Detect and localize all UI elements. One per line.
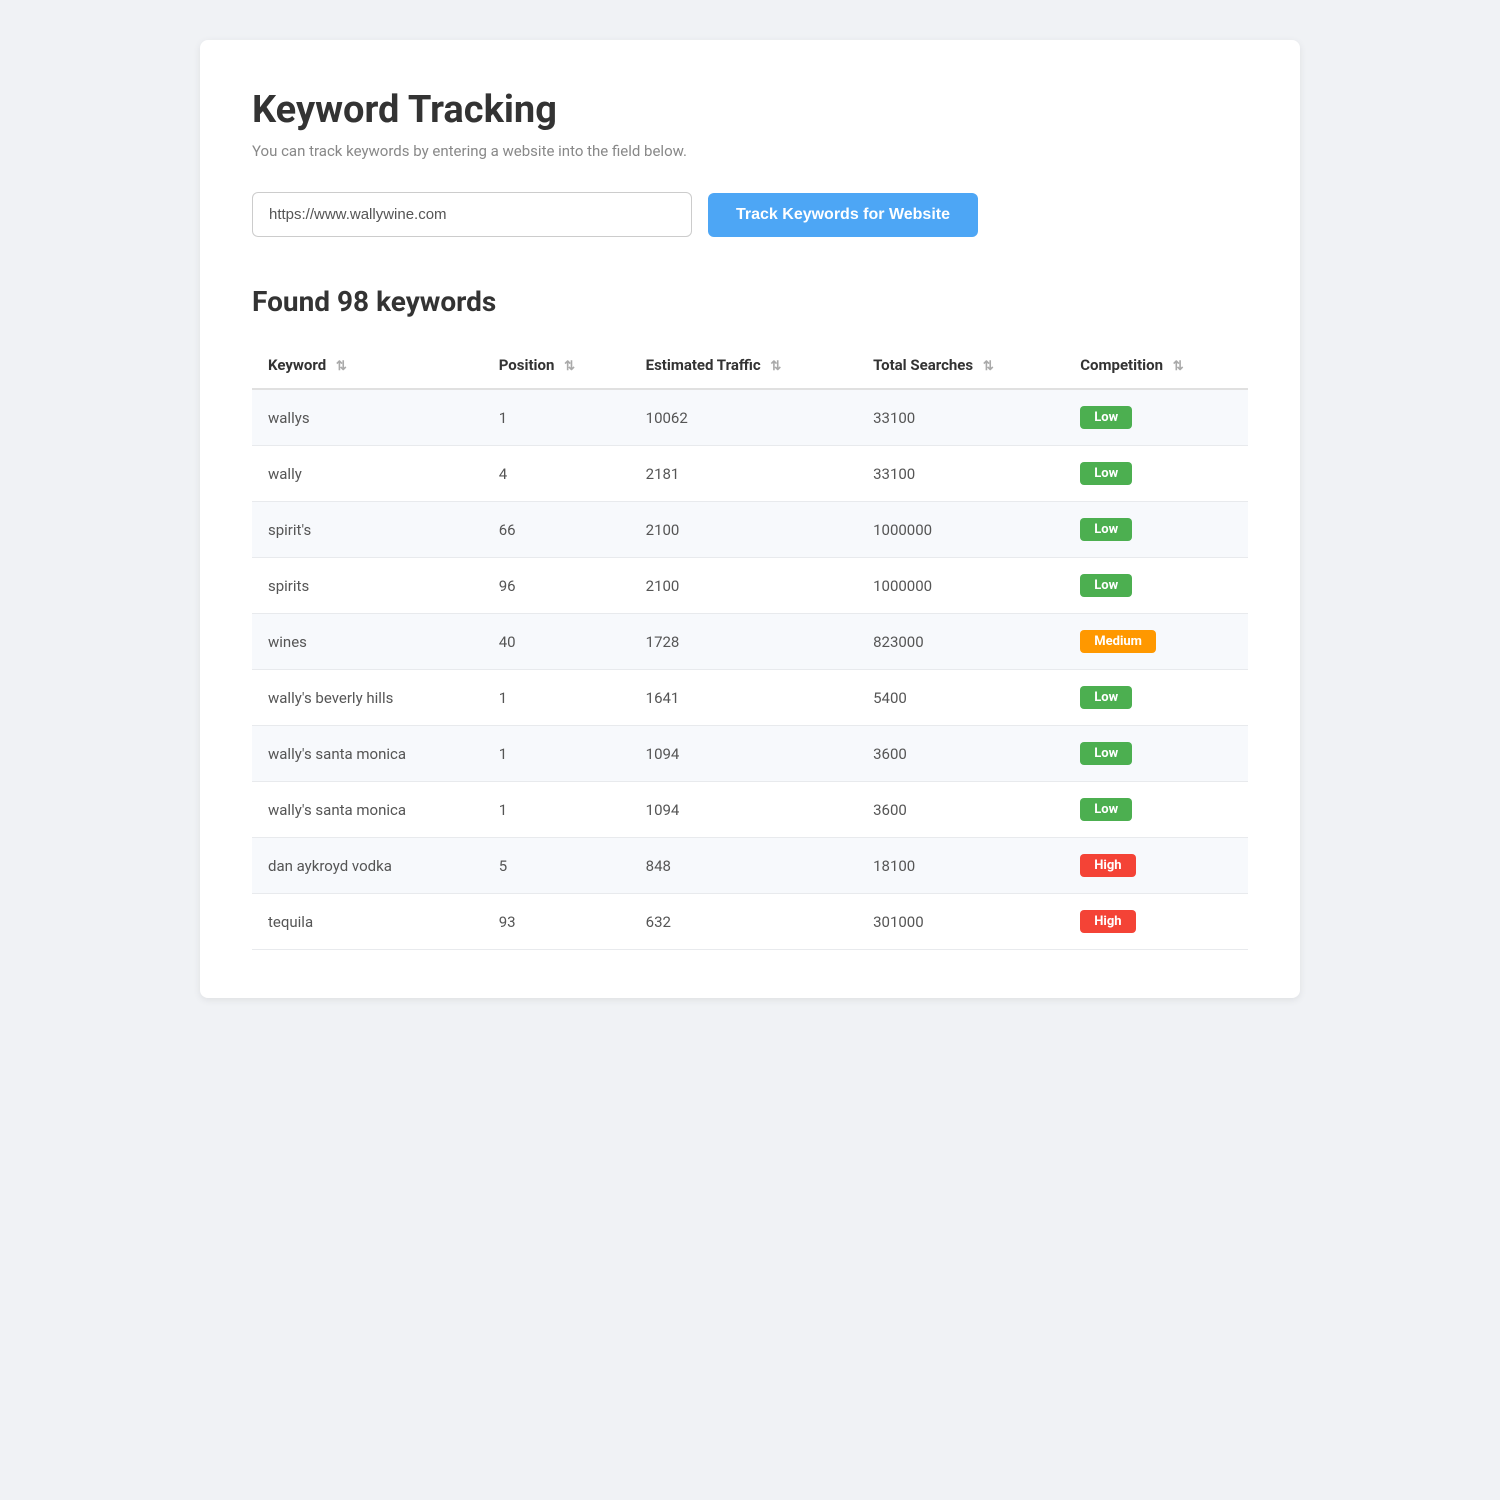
cell-total-searches: 301000 bbox=[857, 894, 1064, 950]
table-row: wally4218133100 Low bbox=[252, 446, 1248, 502]
col-position[interactable]: Position ⇅ bbox=[483, 342, 630, 389]
col-estimated-traffic-label: Estimated Traffic bbox=[646, 356, 761, 374]
competition-badge: Medium bbox=[1080, 630, 1156, 653]
competition-badge: Low bbox=[1080, 462, 1132, 485]
table-row: wally's beverly hills116415400 Low bbox=[252, 670, 1248, 726]
sort-icon-traffic: ⇅ bbox=[770, 359, 781, 374]
url-input[interactable] bbox=[252, 192, 692, 237]
table-row: spirit's6621001000000 Low bbox=[252, 502, 1248, 558]
cell-total-searches: 1000000 bbox=[857, 558, 1064, 614]
page-subtitle: You can track keywords by entering a web… bbox=[252, 142, 1248, 160]
table-row: spirits9621001000000 Low bbox=[252, 558, 1248, 614]
cell-keyword: tequila bbox=[252, 894, 483, 950]
competition-badge: Low bbox=[1080, 686, 1132, 709]
competition-badge: Low bbox=[1080, 406, 1132, 429]
cell-keyword: wines bbox=[252, 614, 483, 670]
col-competition-label: Competition bbox=[1080, 356, 1163, 374]
track-keywords-button[interactable]: Track Keywords for Website bbox=[708, 193, 978, 237]
cell-competition: Low bbox=[1064, 389, 1248, 446]
cell-position: 1 bbox=[483, 782, 630, 838]
cell-total-searches: 3600 bbox=[857, 726, 1064, 782]
cell-estimated-traffic: 2181 bbox=[630, 446, 857, 502]
cell-position: 66 bbox=[483, 502, 630, 558]
cell-competition: Medium bbox=[1064, 614, 1248, 670]
col-competition[interactable]: Competition ⇅ bbox=[1064, 342, 1248, 389]
cell-competition: Low bbox=[1064, 446, 1248, 502]
sort-icon-keyword: ⇅ bbox=[336, 359, 347, 374]
competition-badge: Low bbox=[1080, 574, 1132, 597]
competition-badge: Low bbox=[1080, 742, 1132, 765]
header-row: Keyword ⇅ Position ⇅ Estimated Traffic ⇅… bbox=[252, 342, 1248, 389]
page-title: Keyword Tracking bbox=[252, 88, 1248, 132]
cell-keyword: wally's santa monica bbox=[252, 726, 483, 782]
cell-position: 40 bbox=[483, 614, 630, 670]
search-row: Track Keywords for Website bbox=[252, 192, 1248, 237]
competition-badge: High bbox=[1080, 910, 1135, 933]
cell-position: 1 bbox=[483, 389, 630, 446]
cell-keyword: wallys bbox=[252, 389, 483, 446]
col-total-searches-label: Total Searches bbox=[873, 356, 973, 374]
cell-estimated-traffic: 1641 bbox=[630, 670, 857, 726]
cell-total-searches: 5400 bbox=[857, 670, 1064, 726]
cell-position: 1 bbox=[483, 670, 630, 726]
table-header: Keyword ⇅ Position ⇅ Estimated Traffic ⇅… bbox=[252, 342, 1248, 389]
cell-keyword: dan aykroyd vodka bbox=[252, 838, 483, 894]
cell-competition: Low bbox=[1064, 782, 1248, 838]
col-total-searches[interactable]: Total Searches ⇅ bbox=[857, 342, 1064, 389]
competition-badge: Low bbox=[1080, 518, 1132, 541]
col-estimated-traffic[interactable]: Estimated Traffic ⇅ bbox=[630, 342, 857, 389]
cell-total-searches: 1000000 bbox=[857, 502, 1064, 558]
cell-total-searches: 823000 bbox=[857, 614, 1064, 670]
cell-total-searches: 33100 bbox=[857, 389, 1064, 446]
cell-position: 96 bbox=[483, 558, 630, 614]
cell-keyword: wally's beverly hills bbox=[252, 670, 483, 726]
cell-competition: Low bbox=[1064, 726, 1248, 782]
cell-total-searches: 33100 bbox=[857, 446, 1064, 502]
table-row: tequila93632301000 High bbox=[252, 894, 1248, 950]
keywords-table: Keyword ⇅ Position ⇅ Estimated Traffic ⇅… bbox=[252, 342, 1248, 950]
main-card: Keyword Tracking You can track keywords … bbox=[200, 40, 1300, 998]
table-row: wally's santa monica110943600 Low bbox=[252, 726, 1248, 782]
cell-estimated-traffic: 632 bbox=[630, 894, 857, 950]
cell-position: 5 bbox=[483, 838, 630, 894]
table-row: dan aykroyd vodka584818100 High bbox=[252, 838, 1248, 894]
col-position-label: Position bbox=[499, 356, 555, 374]
cell-competition: Low bbox=[1064, 558, 1248, 614]
cell-keyword: spirits bbox=[252, 558, 483, 614]
cell-estimated-traffic: 1094 bbox=[630, 726, 857, 782]
cell-keyword: wally's santa monica bbox=[252, 782, 483, 838]
cell-position: 4 bbox=[483, 446, 630, 502]
col-keyword[interactable]: Keyword ⇅ bbox=[252, 342, 483, 389]
cell-estimated-traffic: 2100 bbox=[630, 558, 857, 614]
cell-total-searches: 3600 bbox=[857, 782, 1064, 838]
sort-icon-position: ⇅ bbox=[564, 359, 575, 374]
competition-badge: Low bbox=[1080, 798, 1132, 821]
col-keyword-label: Keyword bbox=[268, 356, 326, 374]
competition-badge: High bbox=[1080, 854, 1135, 877]
cell-estimated-traffic: 2100 bbox=[630, 502, 857, 558]
cell-position: 93 bbox=[483, 894, 630, 950]
cell-estimated-traffic: 10062 bbox=[630, 389, 857, 446]
cell-keyword: wally bbox=[252, 446, 483, 502]
table-row: wines401728823000 Medium bbox=[252, 614, 1248, 670]
sort-icon-competition: ⇅ bbox=[1173, 359, 1184, 374]
table-body: wallys11006233100Lowwally4218133100Lowsp… bbox=[252, 389, 1248, 950]
cell-estimated-traffic: 1728 bbox=[630, 614, 857, 670]
cell-competition: High bbox=[1064, 894, 1248, 950]
cell-competition: Low bbox=[1064, 502, 1248, 558]
found-heading: Found 98 keywords bbox=[252, 285, 1248, 318]
cell-estimated-traffic: 1094 bbox=[630, 782, 857, 838]
cell-position: 1 bbox=[483, 726, 630, 782]
cell-competition: Low bbox=[1064, 670, 1248, 726]
table-row: wally's santa monica110943600 Low bbox=[252, 782, 1248, 838]
table-row: wallys11006233100 Low bbox=[252, 389, 1248, 446]
cell-estimated-traffic: 848 bbox=[630, 838, 857, 894]
cell-total-searches: 18100 bbox=[857, 838, 1064, 894]
cell-keyword: spirit's bbox=[252, 502, 483, 558]
sort-icon-searches: ⇅ bbox=[983, 359, 994, 374]
cell-competition: High bbox=[1064, 838, 1248, 894]
